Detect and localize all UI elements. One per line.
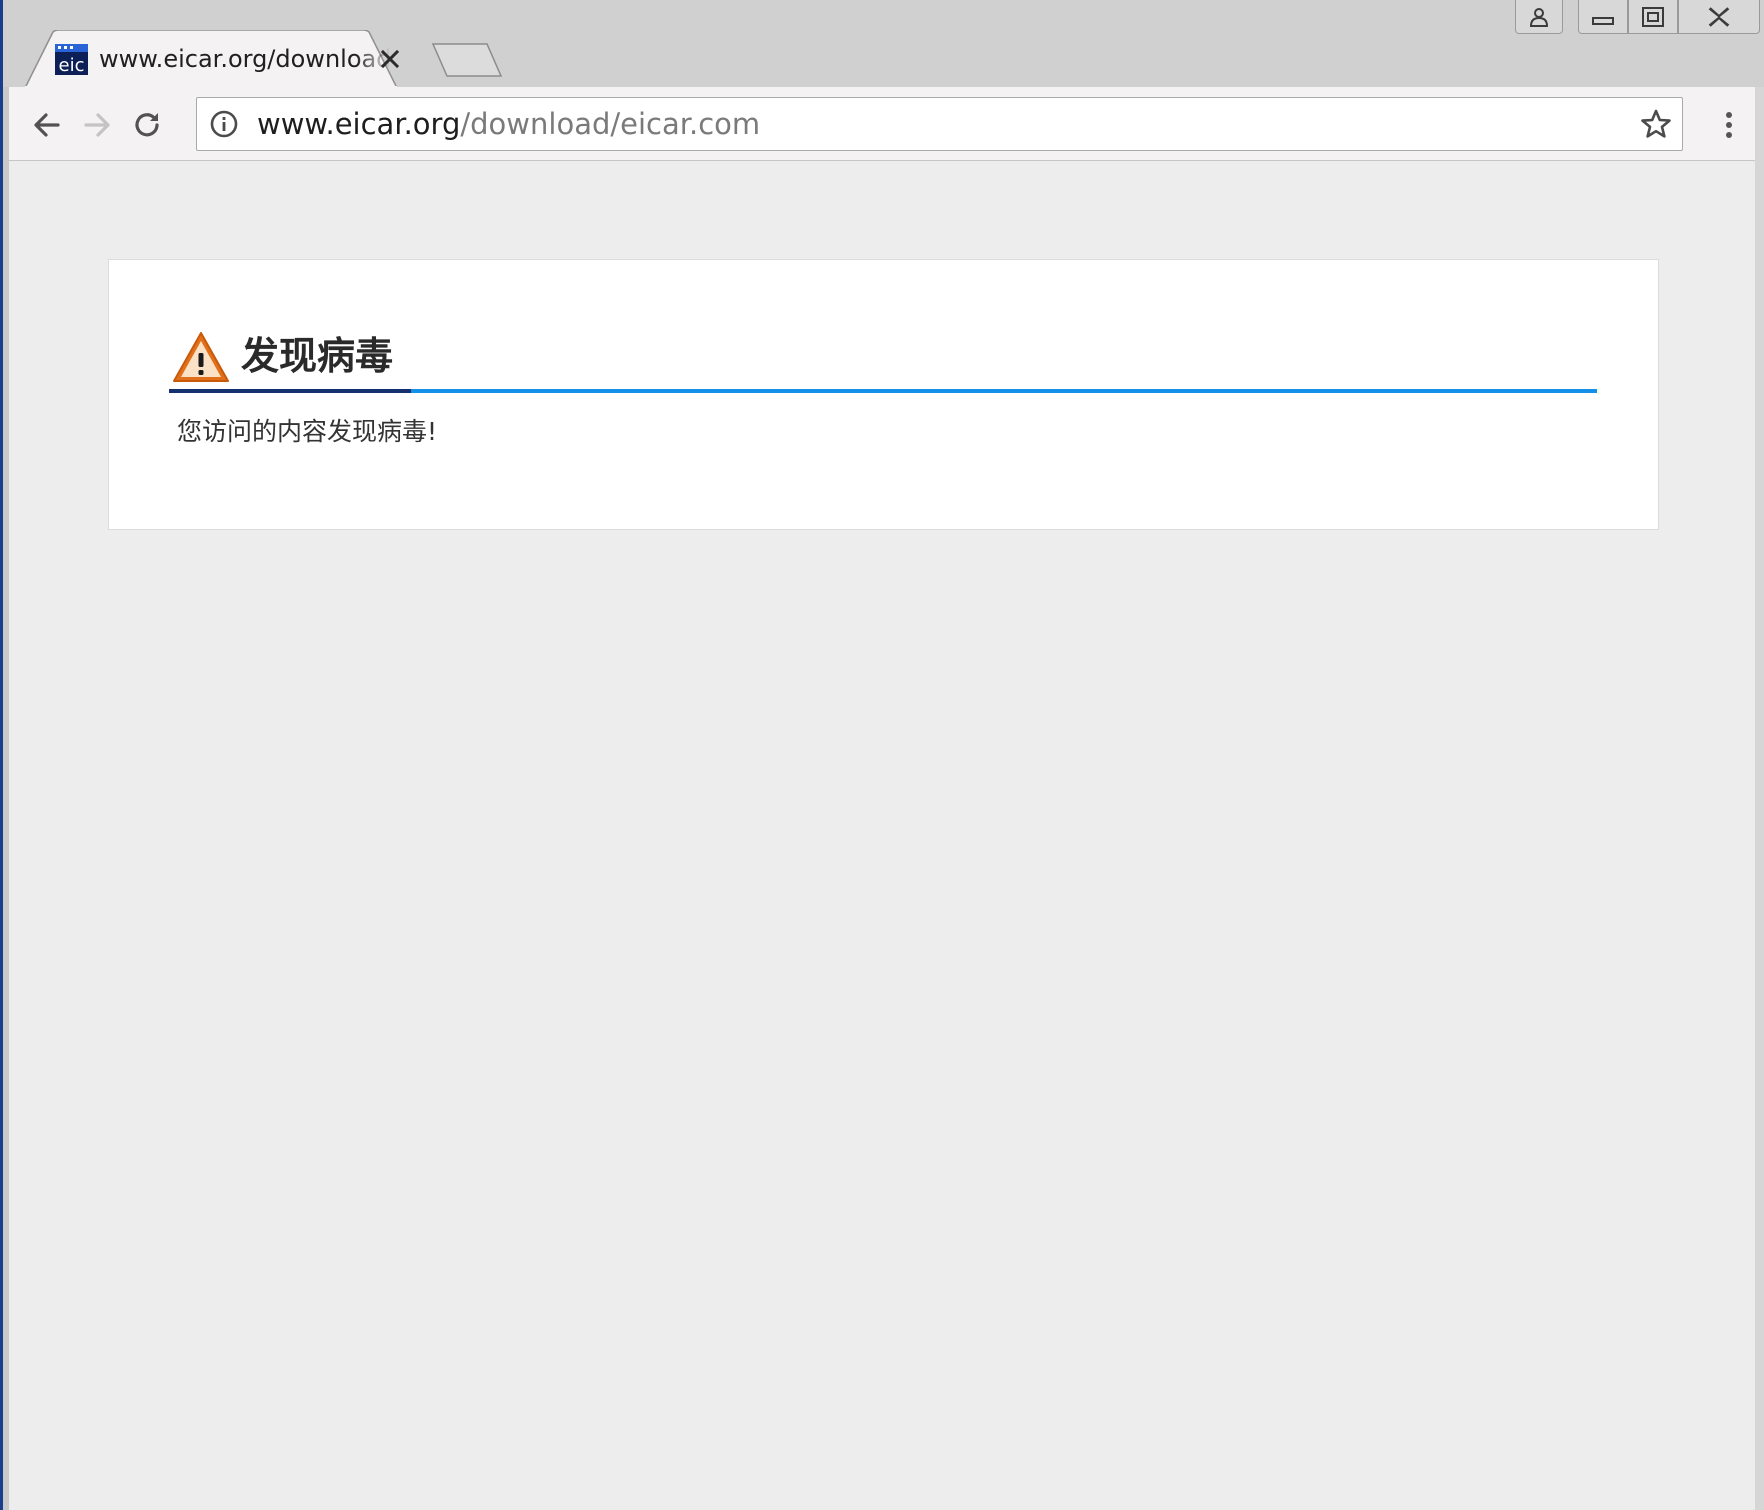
close-window-button[interactable] (1678, 0, 1760, 34)
bookmark-star-icon[interactable] (1640, 108, 1672, 140)
minimize-button[interactable] (1578, 0, 1628, 34)
url-text[interactable]: www.eicar.org/download/eicar.com (257, 105, 760, 143)
forward-button[interactable] (77, 105, 117, 145)
tab-active[interactable]: eic www.eicar.org/download/eicar.com (25, 30, 435, 88)
more-menu-icon[interactable] (1711, 105, 1747, 145)
close-icon (1708, 6, 1730, 27)
title-bar: eic www.eicar.org/download/eicar.com (3, 0, 1764, 88)
card-header: 发现病毒 (169, 330, 1597, 384)
eicar-favicon-icon: eic (55, 44, 88, 75)
title-underline-dark (169, 389, 411, 393)
window-frame-left (0, 0, 9, 1510)
warning-icon (173, 332, 229, 382)
forward-arrow-icon (84, 113, 110, 137)
address-bar[interactable]: www.eicar.org/download/eicar.com (196, 97, 1683, 151)
title-underline-blue (411, 389, 1597, 393)
tab-title: www.eicar.org/download/eicar.com (99, 45, 391, 73)
tab-close-icon[interactable] (377, 46, 403, 72)
restore-button[interactable] (1628, 0, 1678, 34)
new-tab-button[interactable] (431, 42, 503, 78)
reload-button[interactable] (127, 105, 167, 145)
info-icon[interactable] (209, 109, 239, 139)
back-arrow-icon (34, 113, 60, 137)
virus-warning-card: 发现病毒 您访问的内容发现病毒! (108, 259, 1659, 530)
profile-button[interactable] (1515, 0, 1563, 34)
minimize-icon (1592, 16, 1614, 25)
card-title: 发现病毒 (241, 334, 394, 378)
card-message: 您访问的内容发现病毒! (177, 417, 438, 446)
reload-icon (135, 113, 159, 137)
restore-icon (1642, 6, 1664, 27)
browser-toolbar: www.eicar.org/download/eicar.com (9, 87, 1755, 161)
url-host: www.eicar.org (257, 107, 461, 141)
window-frame-right (1755, 0, 1764, 1510)
url-path: /download/eicar.com (460, 107, 761, 141)
back-button[interactable] (27, 105, 67, 145)
profile-icon (1529, 7, 1549, 27)
page-content: 发现病毒 您访问的内容发现病毒! (9, 161, 1755, 1510)
svg-text:eic: eic (59, 55, 85, 75)
